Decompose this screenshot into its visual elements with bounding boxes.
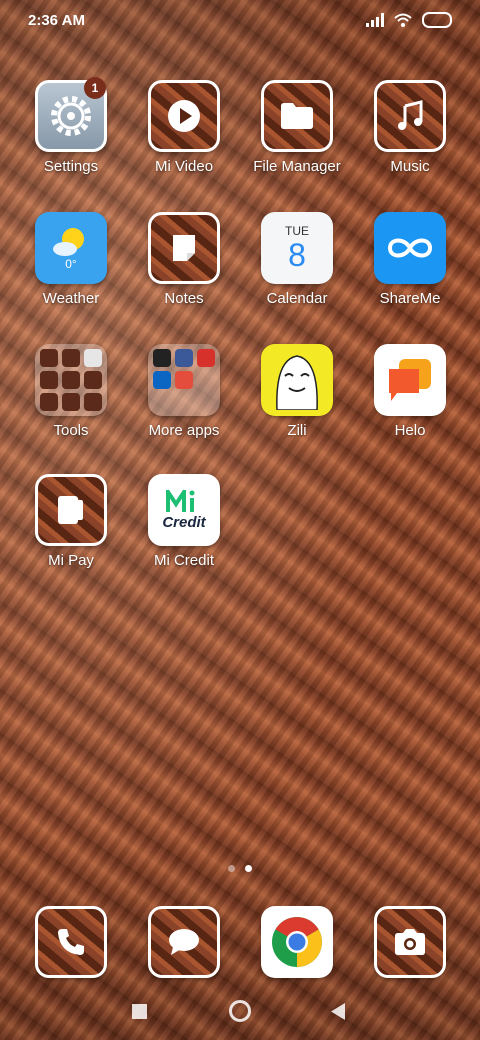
page-indicator: [0, 865, 480, 872]
app-label: Calendar: [266, 290, 328, 307]
dock-camera[interactable]: [353, 906, 467, 978]
app-label: Settings: [43, 158, 99, 175]
status-bar: 2:36 AM: [0, 0, 480, 44]
clock: 2:36 AM: [28, 12, 85, 29]
page-dot-active[interactable]: [245, 865, 252, 872]
folder-label: More apps: [148, 422, 220, 439]
chrome-icon: [261, 906, 333, 978]
app-label: Music: [390, 158, 430, 175]
app-shareme[interactable]: ShareMe: [353, 212, 467, 307]
folder-icon: [148, 344, 220, 416]
app-file-manager[interactable]: File Manager: [240, 80, 354, 175]
calendar-icon: TUE 8: [261, 212, 333, 284]
settings-icon: 1: [35, 77, 107, 152]
app-weather[interactable]: 0° Weather: [14, 212, 128, 307]
app-settings[interactable]: 1 Settings: [14, 77, 128, 175]
app-label: Mi Credit: [153, 552, 214, 569]
folder-icon: [35, 344, 107, 416]
mi-credit-logo-text: Credit: [162, 513, 206, 531]
app-calendar[interactable]: TUE 8 Calendar: [240, 212, 354, 307]
circle-icon: [229, 1000, 251, 1022]
wallet-icon: [35, 474, 107, 546]
app-label: Weather: [42, 290, 100, 307]
app-mi-pay[interactable]: Mi Pay: [14, 474, 128, 569]
dock-phone[interactable]: [14, 906, 128, 978]
app-label: Zili: [287, 422, 307, 439]
folder-icon: [261, 80, 333, 152]
app-label: Mi Pay: [48, 552, 94, 569]
play-icon: [148, 80, 220, 152]
folder-more-apps[interactable]: More apps: [127, 344, 241, 439]
back-triangle-icon: [331, 1003, 345, 1020]
home-button[interactable]: [229, 1000, 251, 1022]
camera-icon: [374, 906, 446, 978]
note-icon: [148, 212, 220, 284]
calendar-day: TUE: [285, 224, 309, 238]
dock-messages[interactable]: [127, 906, 241, 978]
app-notes[interactable]: Notes: [127, 212, 241, 307]
wifi-icon: [394, 13, 412, 27]
infinity-icon: [374, 212, 446, 284]
folder-tools[interactable]: Tools: [14, 344, 128, 439]
app-label: ShareMe: [379, 290, 441, 307]
weather-temp: 0°: [65, 257, 77, 271]
phone-icon: [35, 906, 107, 978]
message-bubble-icon: [148, 906, 220, 978]
battery-icon: [422, 12, 452, 28]
music-note-icon: [374, 80, 446, 152]
recents-button[interactable]: [132, 1004, 147, 1019]
navigation-bar: [0, 992, 480, 1032]
calendar-date: 8: [288, 237, 306, 273]
app-label: File Manager: [253, 158, 341, 175]
back-button[interactable]: [331, 1003, 345, 1025]
square-icon: [132, 1004, 147, 1019]
app-label: Mi Video: [154, 158, 214, 175]
app-helo[interactable]: Helo: [353, 344, 467, 439]
signal-icon: [366, 13, 384, 27]
folder-label: Tools: [53, 422, 89, 439]
app-zili[interactable]: Zili: [240, 344, 354, 439]
app-label: Notes: [164, 290, 204, 307]
ghost-face-icon: [261, 344, 333, 416]
app-music[interactable]: Music: [353, 80, 467, 175]
app-mi-credit[interactable]: Credit Mi Credit: [127, 474, 241, 569]
page-dot[interactable]: [228, 865, 235, 872]
mi-credit-logo-icon: Credit: [148, 474, 220, 546]
chat-bubble-icon: [374, 344, 446, 416]
weather-icon: 0°: [35, 212, 107, 284]
dock-chrome[interactable]: [240, 906, 354, 978]
app-mi-video[interactable]: Mi Video: [127, 80, 241, 175]
notification-badge: 1: [84, 77, 106, 99]
app-label: Helo: [394, 422, 426, 439]
